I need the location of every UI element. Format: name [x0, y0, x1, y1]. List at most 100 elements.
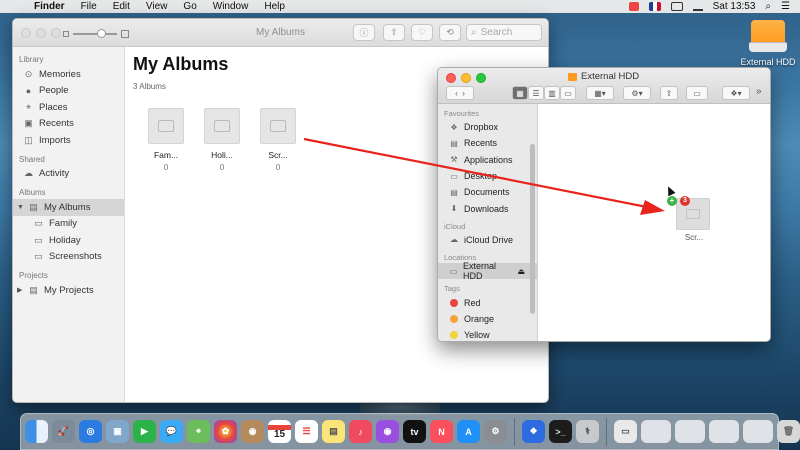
dock-news-icon[interactable]: N	[430, 420, 453, 443]
zoom-slider[interactable]	[63, 29, 129, 38]
menu-help[interactable]: Help	[256, 1, 293, 12]
sidebar-item-label: Memories	[39, 68, 81, 80]
dock-window-thumbnail[interactable]	[641, 420, 671, 443]
dock-facetime-icon[interactable]: ▶	[133, 420, 156, 443]
dock-window-thumbnail[interactable]	[743, 420, 773, 443]
gear-icon: ⚙▾	[631, 88, 643, 98]
sidebar-item-tag-orange[interactable]: Orange	[438, 311, 537, 327]
sidebar-item-label: External HDD	[462, 261, 497, 282]
sidebar-item-screenshots[interactable]: ▭ Screenshots	[13, 249, 124, 266]
sidebar-item-recents[interactable]: ▣ Recents	[13, 116, 124, 133]
window-title-text: External HDD	[581, 71, 640, 82]
dock-safari-icon[interactable]: ◎	[79, 420, 102, 443]
sidebar-item-my-projects[interactable]: ▶ ▤ My Projects	[13, 282, 124, 299]
dropbox-button[interactable]: ❖▾	[722, 86, 750, 100]
dock-document-icon[interactable]: ▭	[614, 420, 637, 443]
menu-edit[interactable]: Edit	[105, 1, 138, 12]
display-mirroring-icon[interactable]	[670, 2, 683, 11]
minimize-button[interactable]	[36, 27, 46, 38]
menu-clock[interactable]: Sat 13:53	[713, 1, 756, 12]
input-source-flag-icon[interactable]	[648, 2, 661, 11]
sidebar-item-desktop[interactable]: ▭ Desktop	[438, 168, 537, 184]
dock-reminders-icon[interactable]: ☰	[295, 420, 318, 443]
menu-list-icon[interactable]: ☰	[781, 1, 790, 12]
menu-go[interactable]: Go	[175, 1, 204, 12]
dock-maps-icon[interactable]: ⌖	[187, 420, 210, 443]
favorite-button[interactable]: ♡	[411, 24, 433, 41]
dock-terminal-icon[interactable]: >_	[549, 420, 572, 443]
sidebar-item-downloads[interactable]: ⬇ Downloads	[438, 200, 537, 216]
album-icon: ▭	[34, 251, 43, 262]
sidebar-item-memories[interactable]: ⊙ Memories	[13, 66, 124, 83]
dock-notes-icon[interactable]: ▤	[322, 420, 345, 443]
desktop-external-hdd[interactable]: External HDD	[738, 20, 798, 67]
dock-finder-icon[interactable]	[25, 420, 48, 443]
menu-view[interactable]: View	[138, 1, 176, 12]
tag-button[interactable]: ▭	[686, 86, 708, 100]
sidebar-item-tag-yellow[interactable]: Yellow	[438, 327, 537, 341]
search-field[interactable]: ⌕ Search	[466, 24, 542, 41]
menu-finder[interactable]: Finder	[26, 1, 73, 12]
album-tile-family[interactable]: Fam... 0	[148, 108, 184, 172]
info-button[interactable]: ⓘ	[353, 24, 375, 41]
list-view-button[interactable]: ☰	[528, 86, 544, 100]
dock-tv-icon[interactable]: tv	[403, 420, 426, 443]
slider-knob[interactable]	[97, 29, 106, 38]
dock-trash-icon[interactable]: 🗑	[777, 420, 800, 443]
zoom-button[interactable]	[51, 27, 61, 38]
status-app-icon[interactable]	[628, 2, 639, 11]
search-icon[interactable]: ⌕	[765, 1, 771, 12]
dock-app-store-icon[interactable]: A	[457, 420, 480, 443]
sidebar-item-tag-red[interactable]: Red	[438, 294, 537, 310]
dock-window-thumbnail[interactable]	[675, 420, 705, 443]
column-view-button[interactable]: ▥	[544, 86, 560, 100]
group-button[interactable]: ▦▾	[586, 86, 614, 100]
wifi-icon[interactable]	[692, 2, 703, 11]
share-button[interactable]: ⇧	[660, 86, 678, 100]
sidebar-item-places[interactable]: ⌖ Places	[13, 99, 124, 116]
sidebar-item-recents[interactable]: ▤ Recents	[438, 135, 537, 151]
dock-disk-utility-icon[interactable]: ⚕	[576, 420, 599, 443]
sidebar-scrollbar[interactable]	[530, 144, 535, 314]
sidebar-item-people[interactable]: ● People	[13, 83, 124, 100]
album-tile-holiday[interactable]: Holi... 0	[204, 108, 240, 172]
sidebar-item-family[interactable]: ▭ Family	[13, 216, 124, 233]
icon-view-button[interactable]: ▦	[512, 86, 528, 100]
dock-launchpad-icon[interactable]: 🚀	[52, 420, 75, 443]
menu-file[interactable]: File	[73, 1, 105, 12]
close-button[interactable]	[446, 73, 456, 83]
sidebar-item-imports[interactable]: ◫ Imports	[13, 132, 124, 149]
sidebar-item-dropbox[interactable]: ❖ Dropbox	[438, 119, 537, 135]
finder-content[interactable]	[539, 104, 770, 341]
back-forward-button[interactable]: ‹ ›	[446, 86, 474, 100]
more-chevron-icon[interactable]: »	[756, 86, 762, 97]
share-button[interactable]: ⇧	[383, 24, 405, 41]
dock-preview-icon[interactable]: ▣	[106, 420, 129, 443]
sidebar-item-my-albums[interactable]: ▼ ▤ My Albums	[13, 199, 124, 216]
dock-photos-icon[interactable]: ✿	[214, 420, 237, 443]
action-button[interactable]: ⚙▾	[623, 86, 651, 100]
sidebar-item-documents[interactable]: ▤ Documents	[438, 184, 537, 200]
sidebar-item-activity[interactable]: ☁ Activity	[13, 166, 124, 183]
sidebar-item-holiday[interactable]: ▭ Holiday	[13, 232, 124, 249]
menu-window[interactable]: Window	[205, 1, 257, 12]
dock-music-icon[interactable]: ♪	[349, 420, 372, 443]
gallery-view-button[interactable]: ▭	[560, 86, 576, 100]
sidebar-item-external-hdd[interactable]: ▭ External HDD ⏏	[438, 261, 537, 282]
sidebar-item-applications[interactable]: ⚒ Applications	[438, 152, 537, 168]
rotate-button[interactable]: ⟲	[439, 24, 461, 41]
disclosure-down-icon[interactable]: ▼	[17, 204, 24, 211]
dock-calendar-icon[interactable]: 15	[268, 420, 291, 443]
disclosure-right-icon[interactable]: ▶	[17, 286, 23, 294]
sidebar-item-icloud-drive[interactable]: ☁ iCloud Drive	[438, 232, 537, 248]
zoom-button[interactable]	[476, 73, 486, 83]
album-tile-screenshots[interactable]: Scr... 0	[260, 108, 296, 172]
close-button[interactable]	[21, 27, 31, 38]
dock-dropbox-icon[interactable]: ❖	[522, 420, 545, 443]
dock-system-preferences-icon[interactable]: ⚙	[484, 420, 507, 443]
dock-podcasts-icon[interactable]: ◉	[376, 420, 399, 443]
dock-messages-icon[interactable]: 💬	[160, 420, 183, 443]
dock-window-thumbnail[interactable]	[709, 420, 739, 443]
dock-contacts-icon[interactable]: ◉	[241, 420, 264, 443]
minimize-button[interactable]	[461, 73, 471, 83]
